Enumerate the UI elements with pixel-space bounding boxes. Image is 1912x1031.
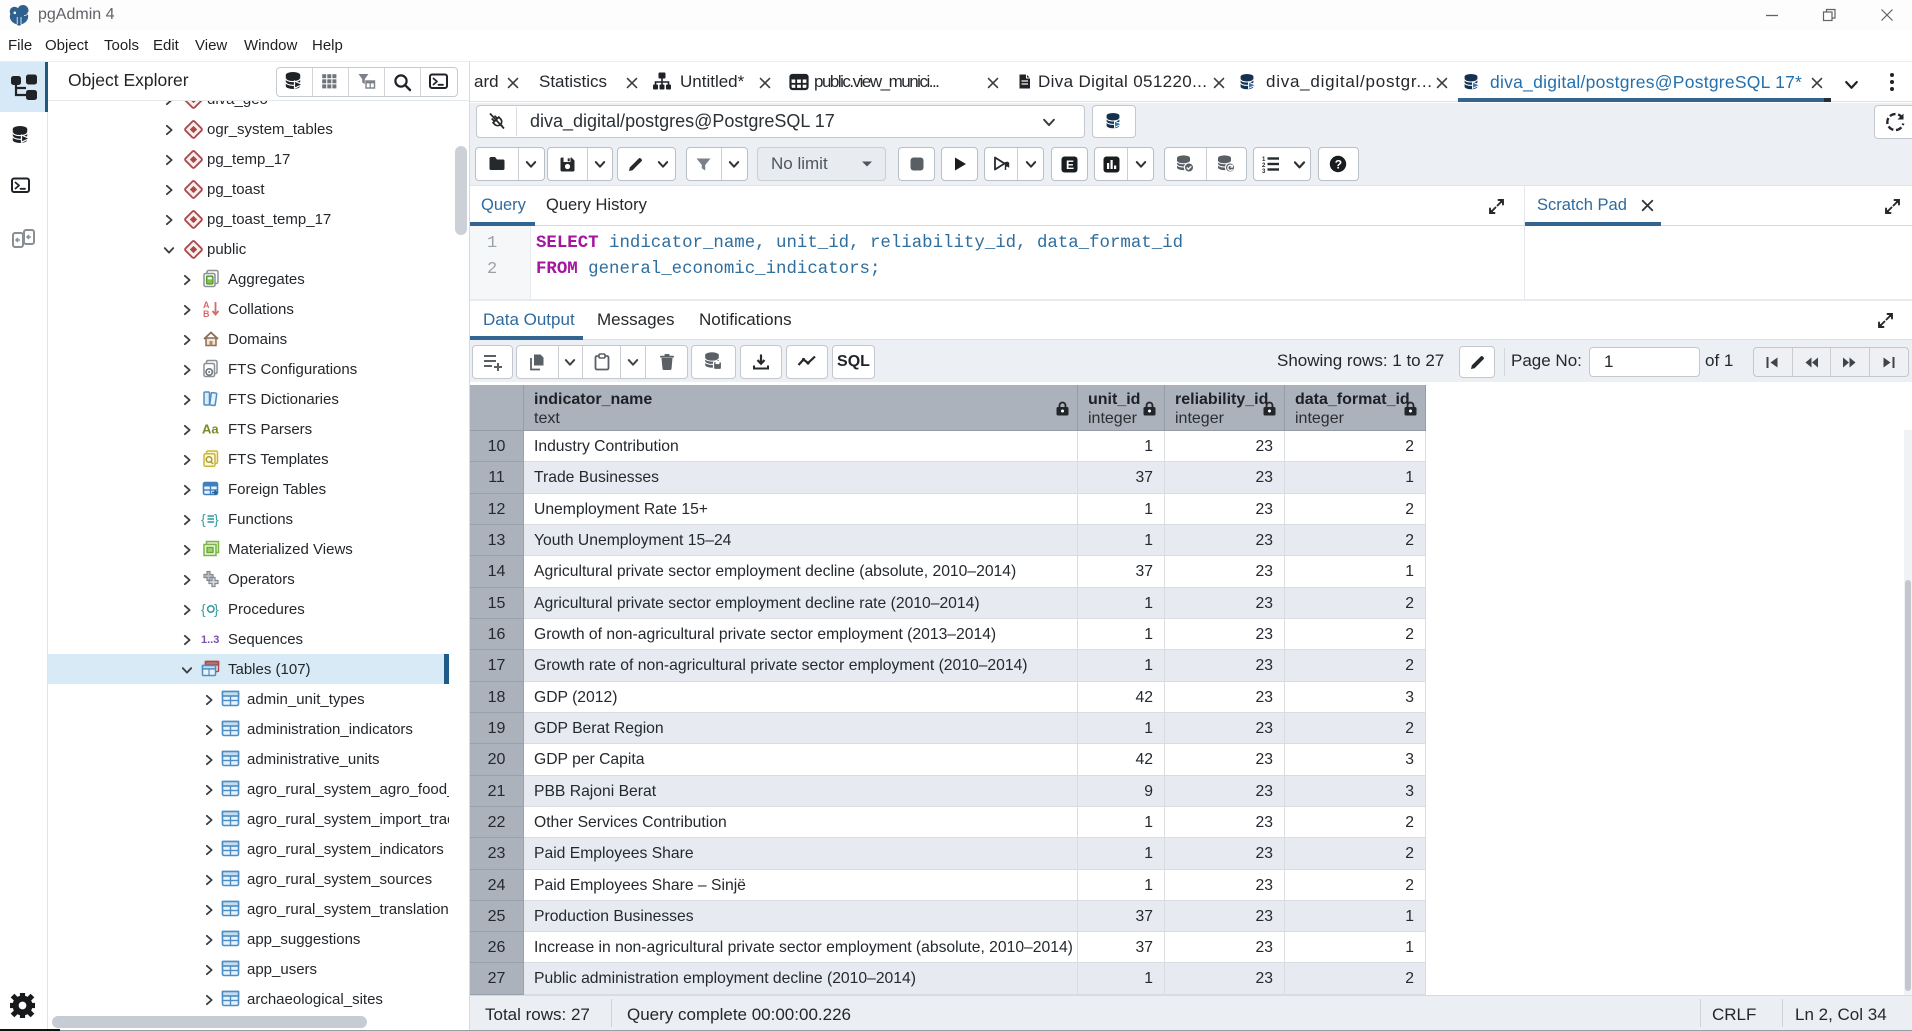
- svg-text:1..3: 1..3: [201, 634, 219, 646]
- svg-text:?: ?: [1335, 157, 1342, 171]
- svg-text:E: E: [1066, 158, 1074, 172]
- svg-text:Aa: Aa: [202, 422, 219, 437]
- svg-text:B: B: [203, 309, 210, 319]
- svg-text:}: }: [214, 511, 219, 527]
- svg-text:{: {: [201, 601, 206, 617]
- svg-text:{: {: [201, 511, 206, 527]
- svg-text:3: 3: [1262, 169, 1266, 173]
